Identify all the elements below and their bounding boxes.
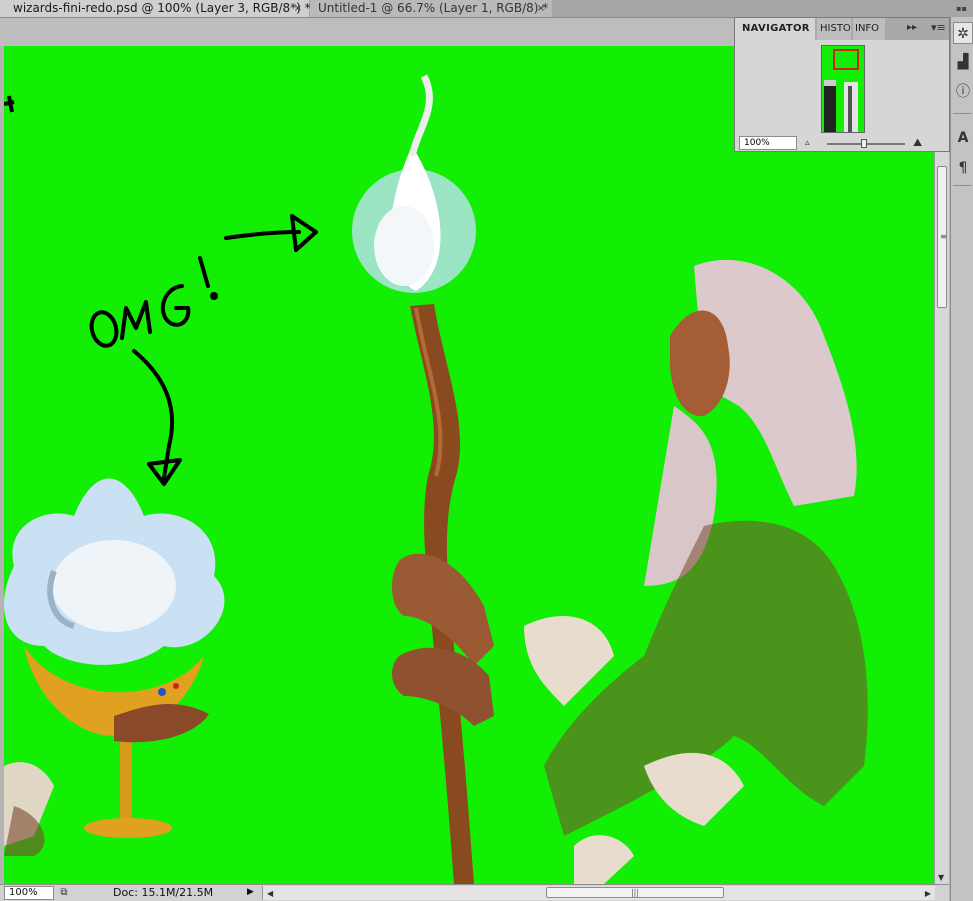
paragraph-icon[interactable]: ¶ bbox=[953, 157, 973, 179]
tab-history[interactable]: HISTO bbox=[817, 18, 851, 40]
close-icon[interactable]: × bbox=[294, 0, 302, 17]
tab-info[interactable]: INFO bbox=[853, 18, 885, 40]
document-size-info: Doc: 15.1M/21.5M bbox=[113, 886, 214, 899]
navigator-icon[interactable]: ✲ bbox=[953, 22, 973, 44]
scroll-down-arrow-icon[interactable]: ▼ bbox=[938, 873, 944, 882]
tab-untitled-1[interactable]: Untitled-1 @ 66.7% (Layer 1, RGB/8) * × bbox=[310, 0, 552, 17]
tab-wizards-fini-redo[interactable]: wizards-fini-redo.psd @ 100% (Layer 3, R… bbox=[0, 0, 311, 17]
vertical-scroll-thumb[interactable]: ≡ bbox=[937, 166, 947, 308]
horizontal-scrollbar[interactable]: ◀ ||| ▶ bbox=[262, 886, 935, 900]
edge-stroke bbox=[4, 95, 15, 113]
zoom-out-mountain-icon[interactable]: ▵ bbox=[805, 138, 810, 148]
character-icon[interactable]: A bbox=[953, 127, 973, 149]
wizard-figure bbox=[524, 259, 868, 884]
close-icon[interactable]: × bbox=[537, 0, 545, 17]
status-menu-arrow-icon[interactable]: ▶ bbox=[247, 885, 254, 900]
scroll-right-arrow-icon[interactable]: ▶ bbox=[925, 886, 931, 901]
navigator-preview-thumbnail[interactable] bbox=[821, 45, 865, 133]
panel-menu-icon[interactable]: ▾≡ bbox=[931, 21, 946, 34]
tab-navigator[interactable]: NAVIGATOR bbox=[735, 18, 815, 40]
horizontal-scroll-thumb[interactable]: ||| bbox=[546, 887, 724, 898]
strip-separator bbox=[953, 185, 972, 186]
canvas-artwork bbox=[4, 74, 868, 884]
navigator-view-box[interactable] bbox=[833, 49, 859, 70]
photoshop-window: wizards-fini-redo.psd @ 100% (Layer 3, R… bbox=[0, 0, 973, 901]
collapse-panel-icon[interactable]: ▸▸ bbox=[907, 22, 917, 33]
handwritten-annotation bbox=[89, 214, 318, 486]
collapsed-panel-strip: ✲ ▟ ⓘ A ¶ bbox=[950, 17, 973, 901]
navigator-panel: NAVIGATOR HISTO INFO ▸▸ ▾≡ 100% ▵ ⛰ bbox=[734, 17, 950, 152]
histogram-icon[interactable]: ▟ bbox=[953, 51, 973, 73]
navigator-zoom-field[interactable]: 100% bbox=[739, 136, 797, 150]
panel-dock-grip[interactable]: ▪▪ bbox=[950, 0, 973, 17]
document-tab-bar: wizards-fini-redo.psd @ 100% (Layer 3, R… bbox=[0, 0, 950, 18]
vertical-scrollbar[interactable]: ≡ ▼ bbox=[934, 146, 949, 884]
navigator-zoom-slider[interactable] bbox=[827, 139, 905, 148]
panel-tab-bar: NAVIGATOR HISTO INFO ▸▸ ▾≡ bbox=[735, 18, 949, 40]
tab-label: Untitled-1 @ 66.7% (Layer 1, RGB/8) * bbox=[318, 1, 549, 15]
strip-separator bbox=[953, 113, 972, 114]
status-bar: 100% ⧉ Doc: 15.1M/21.5M ▶ ◀ ||| ▶ bbox=[0, 884, 949, 901]
zoom-slider-handle[interactable] bbox=[861, 139, 867, 148]
status-bar-options-icon[interactable]: ⧉ bbox=[56, 886, 72, 900]
tab-label: wizards-fini-redo.psd @ 100% (Layer 3, R… bbox=[13, 1, 311, 15]
zoom-level-field[interactable]: 100% bbox=[4, 886, 54, 900]
scroll-left-arrow-icon[interactable]: ◀ bbox=[267, 886, 273, 901]
scroll-grip-icon: ≡ bbox=[940, 232, 947, 241]
info-icon[interactable]: ⓘ bbox=[953, 81, 973, 103]
document-canvas[interactable] bbox=[4, 46, 934, 884]
staff-flame bbox=[352, 74, 476, 293]
zoom-in-mountain-icon[interactable]: ⛰ bbox=[913, 136, 922, 150]
